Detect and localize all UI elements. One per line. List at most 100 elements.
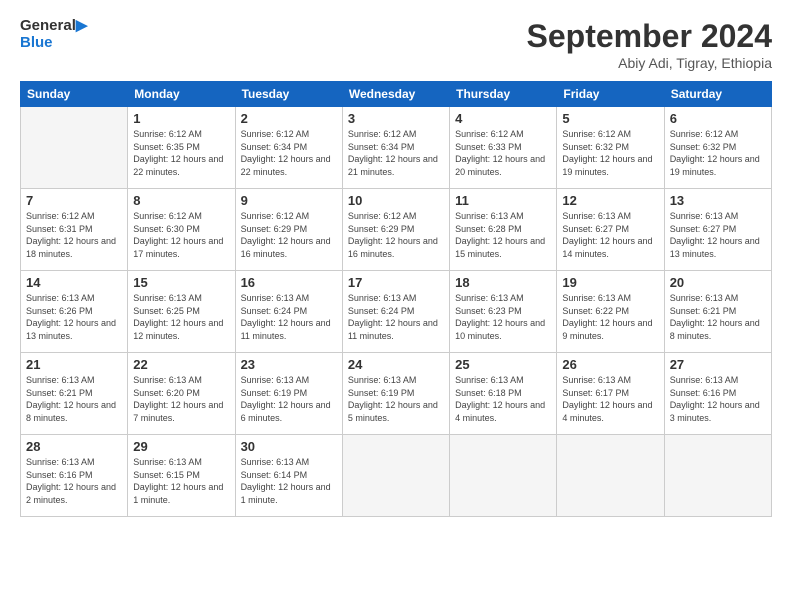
day-number: 18	[455, 275, 551, 290]
day-number: 27	[670, 357, 766, 372]
table-row: 6 Sunrise: 6:12 AMSunset: 6:32 PMDayligh…	[664, 107, 771, 189]
day-number: 2	[241, 111, 337, 126]
header: General▶ Blue September 2024 Abiy Adi, T…	[20, 18, 772, 71]
week-row-1: 1 Sunrise: 6:12 AMSunset: 6:35 PMDayligh…	[21, 107, 772, 189]
table-row: 14 Sunrise: 6:13 AMSunset: 6:26 PMDaylig…	[21, 271, 128, 353]
table-row: 1 Sunrise: 6:12 AMSunset: 6:35 PMDayligh…	[128, 107, 235, 189]
table-row: 25 Sunrise: 6:13 AMSunset: 6:18 PMDaylig…	[450, 353, 557, 435]
table-row: 24 Sunrise: 6:13 AMSunset: 6:19 PMDaylig…	[342, 353, 449, 435]
table-row: 11 Sunrise: 6:13 AMSunset: 6:28 PMDaylig…	[450, 189, 557, 271]
day-number: 26	[562, 357, 658, 372]
day-info: Sunrise: 6:13 AMSunset: 6:24 PMDaylight:…	[241, 293, 331, 341]
table-row: 15 Sunrise: 6:13 AMSunset: 6:25 PMDaylig…	[128, 271, 235, 353]
day-number: 28	[26, 439, 122, 454]
day-info: Sunrise: 6:13 AMSunset: 6:25 PMDaylight:…	[133, 293, 223, 341]
table-row	[450, 435, 557, 517]
day-info: Sunrise: 6:13 AMSunset: 6:28 PMDaylight:…	[455, 211, 545, 259]
day-info: Sunrise: 6:13 AMSunset: 6:19 PMDaylight:…	[348, 375, 438, 423]
table-row: 7 Sunrise: 6:12 AMSunset: 6:31 PMDayligh…	[21, 189, 128, 271]
week-row-5: 28 Sunrise: 6:13 AMSunset: 6:16 PMDaylig…	[21, 435, 772, 517]
day-number: 22	[133, 357, 229, 372]
day-number: 10	[348, 193, 444, 208]
day-number: 9	[241, 193, 337, 208]
day-info: Sunrise: 6:12 AMSunset: 6:32 PMDaylight:…	[562, 129, 652, 177]
day-number: 13	[670, 193, 766, 208]
day-number: 1	[133, 111, 229, 126]
day-info: Sunrise: 6:13 AMSunset: 6:26 PMDaylight:…	[26, 293, 116, 341]
day-number: 25	[455, 357, 551, 372]
table-row: 17 Sunrise: 6:13 AMSunset: 6:24 PMDaylig…	[342, 271, 449, 353]
day-number: 3	[348, 111, 444, 126]
day-info: Sunrise: 6:13 AMSunset: 6:22 PMDaylight:…	[562, 293, 652, 341]
day-number: 23	[241, 357, 337, 372]
day-number: 30	[241, 439, 337, 454]
table-row: 19 Sunrise: 6:13 AMSunset: 6:22 PMDaylig…	[557, 271, 664, 353]
day-info: Sunrise: 6:13 AMSunset: 6:18 PMDaylight:…	[455, 375, 545, 423]
col-friday: Friday	[557, 82, 664, 107]
day-info: Sunrise: 6:13 AMSunset: 6:14 PMDaylight:…	[241, 457, 331, 505]
calendar-table: Sunday Monday Tuesday Wednesday Thursday…	[20, 81, 772, 517]
week-row-2: 7 Sunrise: 6:12 AMSunset: 6:31 PMDayligh…	[21, 189, 772, 271]
day-info: Sunrise: 6:13 AMSunset: 6:19 PMDaylight:…	[241, 375, 331, 423]
table-row: 27 Sunrise: 6:13 AMSunset: 6:16 PMDaylig…	[664, 353, 771, 435]
day-info: Sunrise: 6:13 AMSunset: 6:21 PMDaylight:…	[26, 375, 116, 423]
title-area: September 2024 Abiy Adi, Tigray, Ethiopi…	[527, 18, 772, 71]
table-row: 21 Sunrise: 6:13 AMSunset: 6:21 PMDaylig…	[21, 353, 128, 435]
day-number: 12	[562, 193, 658, 208]
day-info: Sunrise: 6:12 AMSunset: 6:35 PMDaylight:…	[133, 129, 223, 177]
table-row: 2 Sunrise: 6:12 AMSunset: 6:34 PMDayligh…	[235, 107, 342, 189]
day-number: 11	[455, 193, 551, 208]
table-row: 10 Sunrise: 6:12 AMSunset: 6:29 PMDaylig…	[342, 189, 449, 271]
table-row	[557, 435, 664, 517]
day-number: 8	[133, 193, 229, 208]
day-info: Sunrise: 6:13 AMSunset: 6:20 PMDaylight:…	[133, 375, 223, 423]
table-row: 4 Sunrise: 6:12 AMSunset: 6:33 PMDayligh…	[450, 107, 557, 189]
table-row	[21, 107, 128, 189]
day-info: Sunrise: 6:12 AMSunset: 6:33 PMDaylight:…	[455, 129, 545, 177]
table-row: 30 Sunrise: 6:13 AMSunset: 6:14 PMDaylig…	[235, 435, 342, 517]
table-row	[664, 435, 771, 517]
day-number: 19	[562, 275, 658, 290]
table-row: 22 Sunrise: 6:13 AMSunset: 6:20 PMDaylig…	[128, 353, 235, 435]
day-number: 16	[241, 275, 337, 290]
day-info: Sunrise: 6:12 AMSunset: 6:30 PMDaylight:…	[133, 211, 223, 259]
day-number: 6	[670, 111, 766, 126]
day-info: Sunrise: 6:13 AMSunset: 6:16 PMDaylight:…	[670, 375, 760, 423]
col-tuesday: Tuesday	[235, 82, 342, 107]
table-row: 13 Sunrise: 6:13 AMSunset: 6:27 PMDaylig…	[664, 189, 771, 271]
day-info: Sunrise: 6:13 AMSunset: 6:15 PMDaylight:…	[133, 457, 223, 505]
table-row	[342, 435, 449, 517]
table-row: 12 Sunrise: 6:13 AMSunset: 6:27 PMDaylig…	[557, 189, 664, 271]
weekday-header-row: Sunday Monday Tuesday Wednesday Thursday…	[21, 82, 772, 107]
day-number: 20	[670, 275, 766, 290]
day-info: Sunrise: 6:12 AMSunset: 6:31 PMDaylight:…	[26, 211, 116, 259]
day-info: Sunrise: 6:13 AMSunset: 6:21 PMDaylight:…	[670, 293, 760, 341]
day-info: Sunrise: 6:13 AMSunset: 6:27 PMDaylight:…	[670, 211, 760, 259]
day-number: 4	[455, 111, 551, 126]
day-number: 5	[562, 111, 658, 126]
table-row: 16 Sunrise: 6:13 AMSunset: 6:24 PMDaylig…	[235, 271, 342, 353]
day-number: 24	[348, 357, 444, 372]
logo-blue: Blue	[20, 35, 53, 52]
day-number: 17	[348, 275, 444, 290]
table-row: 8 Sunrise: 6:12 AMSunset: 6:30 PMDayligh…	[128, 189, 235, 271]
col-wednesday: Wednesday	[342, 82, 449, 107]
table-row: 3 Sunrise: 6:12 AMSunset: 6:34 PMDayligh…	[342, 107, 449, 189]
day-info: Sunrise: 6:12 AMSunset: 6:34 PMDaylight:…	[241, 129, 331, 177]
col-thursday: Thursday	[450, 82, 557, 107]
day-number: 21	[26, 357, 122, 372]
week-row-4: 21 Sunrise: 6:13 AMSunset: 6:21 PMDaylig…	[21, 353, 772, 435]
day-number: 29	[133, 439, 229, 454]
day-info: Sunrise: 6:12 AMSunset: 6:29 PMDaylight:…	[348, 211, 438, 259]
day-number: 14	[26, 275, 122, 290]
logo-general: General▶	[20, 18, 87, 35]
table-row: 26 Sunrise: 6:13 AMSunset: 6:17 PMDaylig…	[557, 353, 664, 435]
table-row: 29 Sunrise: 6:13 AMSunset: 6:15 PMDaylig…	[128, 435, 235, 517]
day-info: Sunrise: 6:13 AMSunset: 6:27 PMDaylight:…	[562, 211, 652, 259]
day-info: Sunrise: 6:12 AMSunset: 6:34 PMDaylight:…	[348, 129, 438, 177]
table-row: 20 Sunrise: 6:13 AMSunset: 6:21 PMDaylig…	[664, 271, 771, 353]
month-title: September 2024	[527, 18, 772, 55]
col-saturday: Saturday	[664, 82, 771, 107]
day-number: 15	[133, 275, 229, 290]
day-info: Sunrise: 6:12 AMSunset: 6:29 PMDaylight:…	[241, 211, 331, 259]
